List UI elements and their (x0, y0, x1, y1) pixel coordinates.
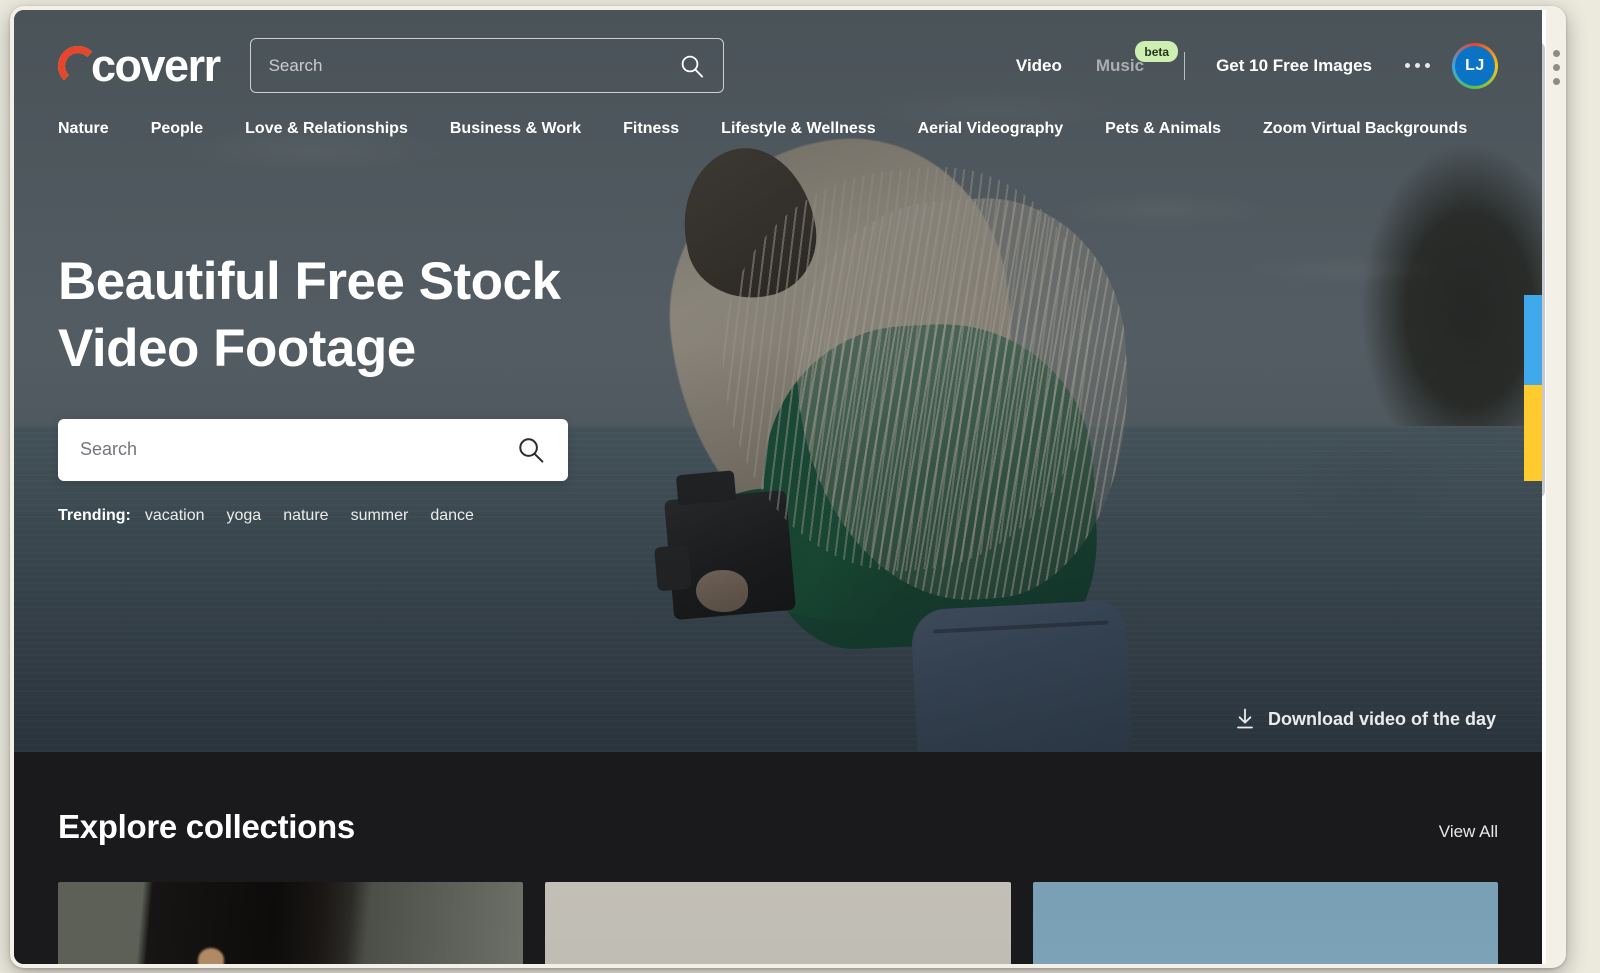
top-header-bar: coverr Video (14, 10, 1542, 93)
download-video-of-the-day-link[interactable]: Download video of the day (1235, 708, 1496, 730)
header-divider (1184, 51, 1186, 80)
brand-logo[interactable]: coverr (58, 40, 221, 91)
header-link-free-images[interactable]: Get 10 Free Images (1199, 56, 1389, 76)
rainbow-arcs-icon (58, 43, 98, 88)
collections-grid (58, 882, 1498, 964)
header-link-music[interactable]: Music beta (1079, 40, 1179, 76)
header-search-input[interactable] (268, 55, 679, 76)
category-nav-item-nature[interactable]: Nature (58, 120, 109, 138)
collection-card-portrait[interactable] (58, 882, 524, 964)
hero-title: Beautiful Free Stock Video Footage (58, 248, 568, 383)
avatar-initials: LJ (1455, 45, 1495, 86)
trending-tag-yoga[interactable]: yoga (226, 507, 261, 525)
download-icon (1235, 708, 1255, 730)
category-nav-item-lifestyle-wellness[interactable]: Lifestyle & Wellness (721, 120, 875, 138)
support-tab[interactable] (1524, 295, 1542, 385)
hero-content: Beautiful Free Stock Video Footage Searc… (58, 248, 568, 525)
header-search-box[interactable] (249, 38, 724, 93)
category-nav-item-love-relationships[interactable]: Love & Relationships (245, 120, 408, 138)
category-nav: Nature People Love & Relationships Busin… (14, 116, 1542, 142)
browser-window: coverr Video (10, 6, 1566, 968)
header-right-nav: Video Music beta Get 10 Free Images LJ (999, 40, 1498, 89)
search-icon[interactable] (516, 435, 546, 465)
category-nav-item-pets-animals[interactable]: Pets & Animals (1105, 120, 1221, 138)
category-nav-item-aerial-videography[interactable]: Aerial Videography (918, 120, 1064, 138)
side-tab-group (1524, 295, 1542, 481)
search-icon[interactable] (679, 53, 705, 79)
window-edge-dots (1553, 50, 1560, 85)
hero-title-line-1: Beautiful Free Stock (58, 252, 561, 311)
trending-row: Trending: vacation yoga nature summer da… (58, 507, 568, 525)
category-nav-item-zoom-virtual-backgrounds[interactable]: Zoom Virtual Backgrounds (1263, 120, 1467, 138)
collection-card-mountains[interactable] (545, 882, 1011, 964)
trending-tag-nature[interactable]: nature (283, 507, 328, 525)
trending-tag-dance[interactable]: dance (430, 507, 474, 525)
category-nav-item-business-work[interactable]: Business & Work (450, 120, 581, 138)
desktop-background: coverr Video (0, 0, 1600, 973)
collections-view-all-link[interactable]: View All (1439, 822, 1498, 846)
trending-label: Trending: (58, 506, 131, 524)
category-nav-item-fitness[interactable]: Fitness (623, 120, 679, 138)
brand-wordmark: coverr (91, 40, 221, 91)
feedback-tab[interactable] (1524, 385, 1542, 481)
download-video-of-the-day-label: Download video of the day (1267, 708, 1496, 729)
page-viewport: coverr Video (14, 10, 1542, 964)
trending-tag-summer[interactable]: summer (351, 507, 409, 525)
collections-header: Explore collections View All (58, 808, 1498, 846)
collection-card-sky[interactable] (1032, 882, 1498, 964)
hero-title-line-2: Video Footage (58, 319, 416, 379)
category-nav-item-people[interactable]: People (151, 120, 203, 138)
trending-tag-vacation[interactable]: vacation (145, 507, 205, 525)
hero-search-box[interactable] (58, 418, 568, 481)
beta-badge: beta (1135, 40, 1179, 62)
ellipsis-icon[interactable] (1389, 63, 1446, 68)
collections-title: Explore collections (58, 808, 355, 845)
avatar[interactable]: LJ (1452, 42, 1498, 89)
header-link-video[interactable]: Video (999, 56, 1079, 76)
hero-search-input[interactable] (80, 439, 516, 461)
explore-collections-section: Explore collections View All (14, 752, 1542, 964)
hero-section: coverr Video (14, 10, 1542, 752)
